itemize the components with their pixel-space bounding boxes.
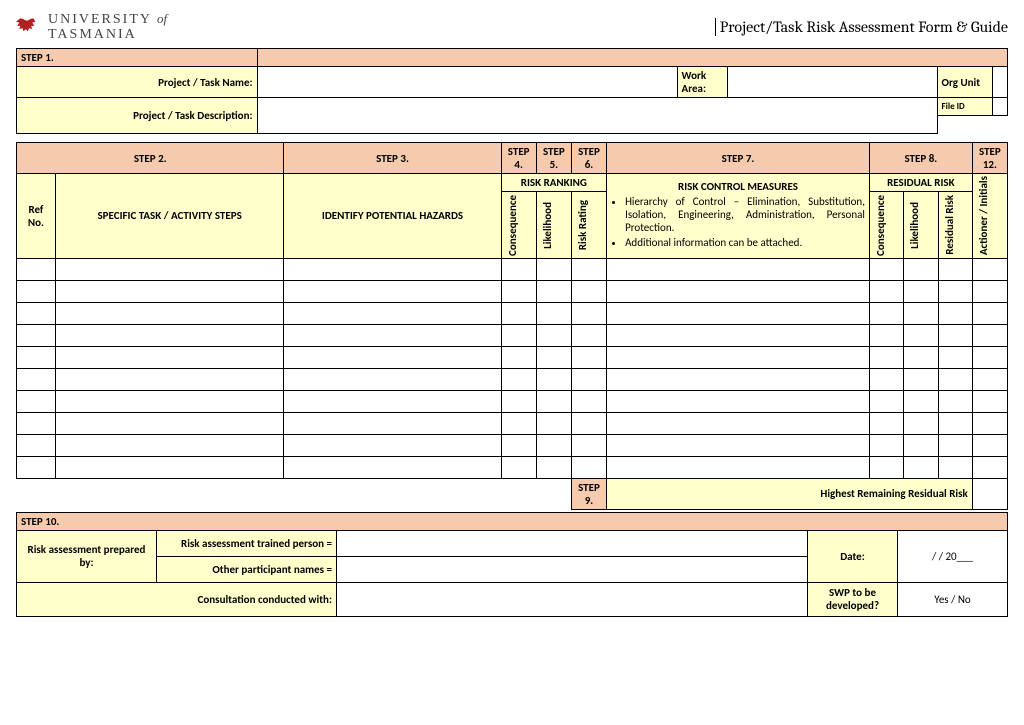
step10-table: STEP 10. Risk assessment prepared by: Ri… (16, 512, 1008, 617)
table-row[interactable] (17, 302, 1008, 324)
step10-header: STEP 10. (17, 512, 1008, 530)
file-id-field[interactable] (992, 98, 1007, 116)
prepared-by-label: Risk assessment prepared by: (17, 530, 157, 582)
work-area-field[interactable] (727, 67, 937, 98)
logo-text: UNIVERSITY of TASMANIA (48, 12, 167, 42)
hazards-header: IDENTIFY POTENTIAL HAZARDS (284, 174, 501, 258)
other-names-label: Other participant names = (157, 556, 337, 582)
project-name-label: Project / Task Name: (17, 67, 258, 98)
ref-no-header: Ref No. (17, 174, 56, 258)
step4-header: STEP 4. (501, 143, 536, 174)
risk-rating-header: Risk Rating (571, 192, 606, 258)
table-row[interactable] (17, 456, 1008, 478)
risk-ranking-header: RISK RANKING (501, 174, 606, 192)
step8-header: STEP 8. (869, 143, 972, 174)
risk-grid: STEP 2. STEP 3. STEP 4. STEP 5. STEP 6. … (16, 142, 1008, 509)
swp-label: SWP to be developed? (808, 582, 898, 616)
date-field[interactable]: / / 20___ (898, 530, 1008, 582)
file-id-label: File ID (937, 98, 992, 116)
step9-field[interactable] (972, 478, 1007, 509)
step1-table: STEP 1. Project / Task Name: Work Area: … (16, 48, 1008, 134)
trained-person-field[interactable] (337, 530, 808, 556)
step5-header: STEP 5. (536, 143, 571, 174)
org-unit-field[interactable] (992, 67, 1007, 98)
project-desc-label: Project / Task Description: (17, 98, 258, 134)
residual-risk-header: RESIDUAL RISK (869, 174, 972, 192)
step2-header: STEP 2. (17, 143, 284, 174)
actioner-header: Actioner / Initials (972, 174, 1007, 258)
logo: UNIVERSITY of TASMANIA (16, 12, 167, 42)
lion-icon (16, 14, 42, 40)
step7-header: STEP 7. (607, 143, 870, 174)
work-area-label: Work Area: (677, 67, 727, 98)
controls-header: RISK CONTROL MEASURES Hierarchy of Contr… (607, 174, 870, 258)
table-row[interactable] (17, 324, 1008, 346)
likelihood2-header: Likelihood (904, 192, 938, 258)
trained-person-label: Risk assessment trained person = (157, 530, 337, 556)
project-name-field[interactable] (257, 67, 677, 98)
table-row[interactable] (17, 258, 1008, 280)
project-desc-field[interactable] (257, 98, 937, 134)
consultation-label: Consultation conducted with: (17, 582, 337, 616)
table-row[interactable] (17, 280, 1008, 302)
table-row[interactable] (17, 412, 1008, 434)
date-label: Date: (808, 530, 898, 582)
task-steps-header: SPECIFIC TASK / ACTIVITY STEPS (55, 174, 284, 258)
step9-label: Highest Remaining Residual Risk (607, 478, 973, 509)
page-title: Project/Task Risk Assessment Form & Guid… (715, 18, 1008, 36)
consequence-header: Consequence (501, 192, 536, 258)
swp-field[interactable]: Yes / No (898, 582, 1008, 616)
org-unit-label: Org Unit (937, 67, 992, 98)
likelihood-header: Likelihood (536, 192, 571, 258)
consultation-field[interactable] (337, 582, 808, 616)
step9-header: STEP 9. (571, 478, 606, 509)
step6-header: STEP 6. (571, 143, 606, 174)
consequence2-header: Consequence (869, 192, 903, 258)
table-row[interactable] (17, 434, 1008, 456)
residual-header: Residual Risk (938, 192, 972, 258)
step1-header: STEP 1. (17, 49, 258, 67)
table-row[interactable] (17, 390, 1008, 412)
step3-header: STEP 3. (284, 143, 501, 174)
step12-header: STEP 12. (972, 143, 1007, 174)
table-row[interactable] (17, 346, 1008, 368)
other-names-field[interactable] (337, 556, 808, 582)
table-row[interactable] (17, 368, 1008, 390)
